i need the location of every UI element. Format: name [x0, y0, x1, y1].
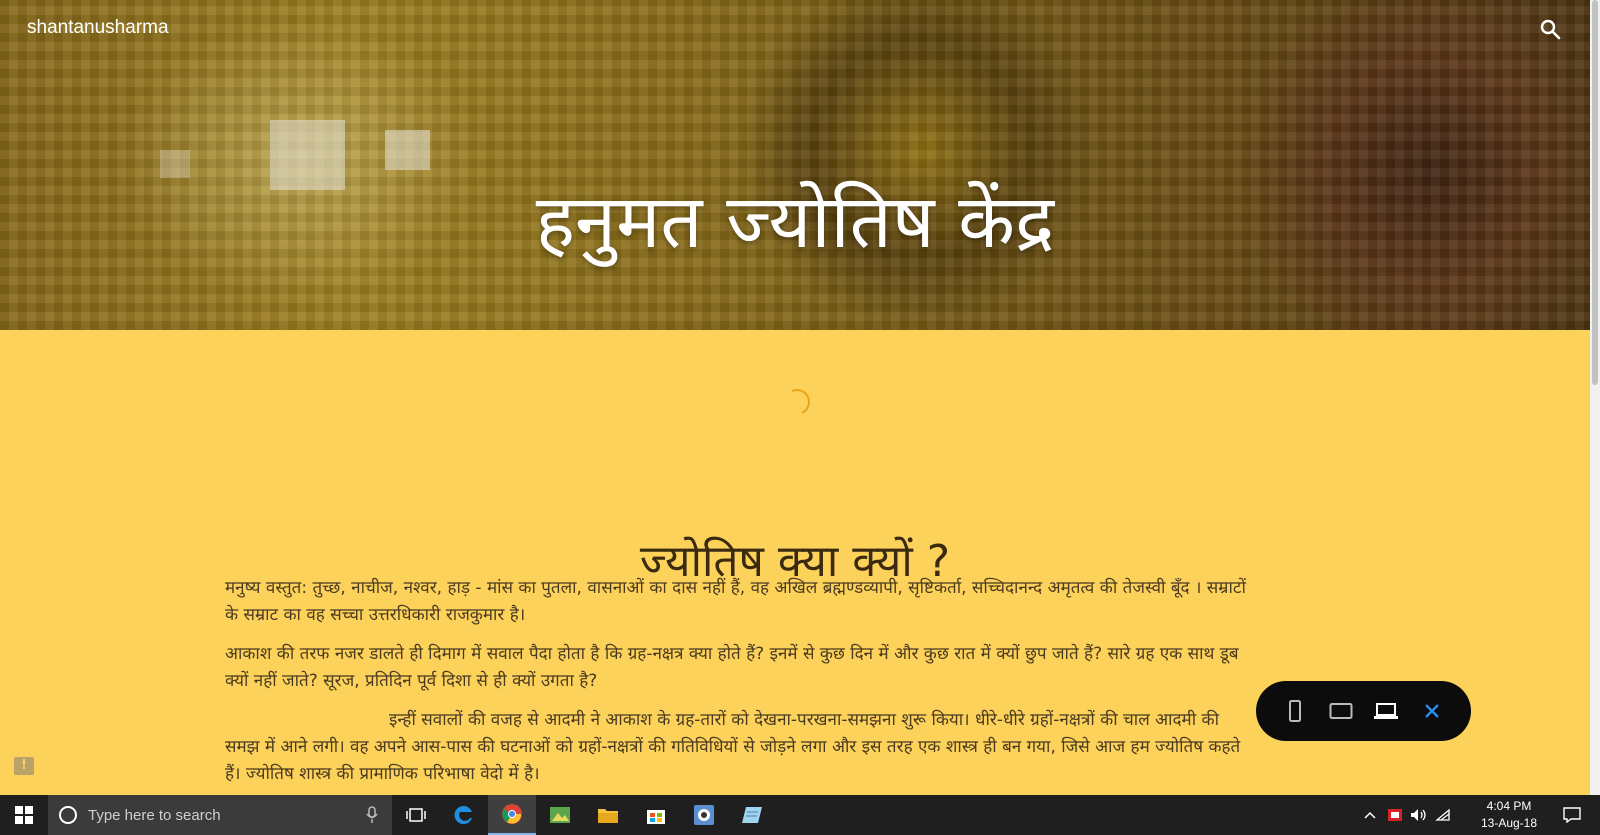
- task-view-icon[interactable]: [392, 795, 440, 835]
- show-hidden-icons-icon[interactable]: [1360, 795, 1380, 835]
- taskbar-search-placeholder: Type here to search: [88, 806, 221, 824]
- site-name[interactable]: shantanusharma: [27, 17, 169, 39]
- page: shantanusharma हनुमत ज्योतिष केंद्र ज्यो…: [0, 0, 1590, 795]
- image-editor-icon[interactable]: [536, 795, 584, 835]
- feedback-icon[interactable]: !: [14, 757, 34, 775]
- close-icon[interactable]: [1417, 696, 1447, 726]
- article-paragraph: मनुष्य वस्तुत: तुच्छ, नाचीज, नश्वर, हाड़…: [225, 578, 1246, 625]
- wifi-icon[interactable]: [1432, 795, 1454, 835]
- cortana-icon: [59, 806, 77, 824]
- tablet-view-icon[interactable]: [1326, 696, 1356, 726]
- volume-icon[interactable]: [1408, 795, 1430, 835]
- loading-spinner: [780, 385, 814, 419]
- tray-app-icon[interactable]: [1384, 795, 1406, 835]
- notepad-icon[interactable]: [728, 795, 776, 835]
- hero-banner: [0, 0, 1590, 330]
- article-paragraph: इन्हीं सवालों की वजह से आदमी ने आकाश के …: [225, 710, 1241, 784]
- clock-time: 4:04 PM: [1486, 799, 1532, 813]
- action-center-icon[interactable]: [1552, 795, 1592, 835]
- taskbar: Type here to search 4:04 PM 13-Aug-18: [0, 795, 1600, 835]
- article-body: मनुष्य वस्तुत: तुच्छ, नाचीज, नश्वर, हाड़…: [225, 575, 1255, 795]
- media-app-icon[interactable]: [680, 795, 728, 835]
- file-explorer-icon[interactable]: [584, 795, 632, 835]
- laptop-view-icon[interactable]: [1371, 696, 1401, 726]
- store-icon[interactable]: [632, 795, 680, 835]
- windows-start-icon[interactable]: [0, 795, 48, 835]
- microphone-icon[interactable]: [366, 806, 378, 824]
- system-clock[interactable]: 4:04 PM 13-Aug-18: [1478, 798, 1540, 832]
- edge-browser-icon[interactable]: [440, 795, 488, 835]
- scrollbar-thumb[interactable]: [1592, 0, 1598, 385]
- search-icon[interactable]: [1538, 17, 1562, 41]
- phone-view-icon[interactable]: [1280, 696, 1310, 726]
- device-preview-bar: [1256, 681, 1471, 741]
- taskbar-search-box[interactable]: Type here to search: [48, 795, 392, 835]
- article-paragraph: आकाश की तरफ नजर डालते ही दिमाग में सवाल …: [225, 644, 1239, 691]
- chrome-browser-icon[interactable]: [488, 795, 536, 835]
- hero-title: हनुमत ज्योतिष केंद्र: [535, 178, 1055, 265]
- clock-date: 13-Aug-18: [1480, 816, 1538, 830]
